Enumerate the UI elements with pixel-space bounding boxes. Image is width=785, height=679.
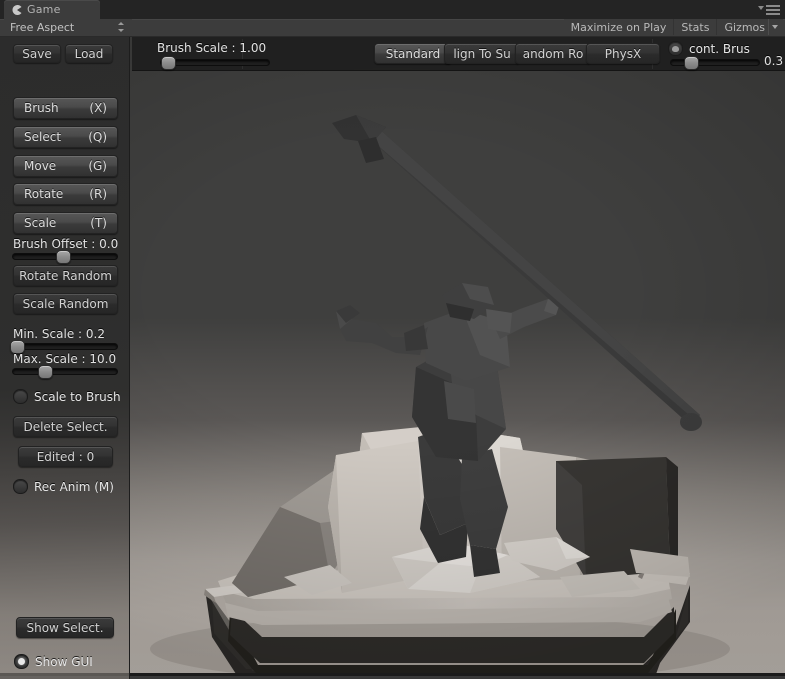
delete-select-button[interactable]: Delete Select. [13, 416, 118, 437]
tool-move-button[interactable]: Move (G) [13, 155, 118, 177]
aspect-ratio-dropdown[interactable]: Free Aspect [4, 19, 132, 35]
min-scale-slider-track[interactable] [12, 343, 118, 350]
brush-scale-slider[interactable] [160, 56, 270, 70]
max-scale-slider-track[interactable] [12, 368, 118, 375]
cont-brush-value: 0.3 [764, 54, 784, 68]
show-gui-label: Show GUI [35, 654, 93, 669]
chevron-updown-icon [117, 22, 124, 32]
edited-count-display: Edited : 0 [18, 446, 113, 467]
physx-button[interactable]: PhysX [586, 43, 660, 64]
window-tab-strip: Game [0, 0, 785, 19]
scale-to-brush-label: Scale to Brush [34, 389, 121, 404]
tool-brush-key: (X) [89, 101, 107, 115]
mode-standard-button[interactable]: Standard [374, 43, 452, 64]
scale-to-brush-checkbox-icon[interactable] [13, 389, 28, 404]
tool-select-label: Select [24, 130, 62, 144]
game-view-toolbar: Free Aspect Maximize on Play Stats Gizmo… [0, 19, 785, 37]
rec-anim-label: Rec Anim (M) [34, 479, 114, 494]
gizmos-dropdown-caret-icon[interactable] [768, 19, 783, 35]
tool-brush-button[interactable]: Brush (X) [13, 97, 118, 119]
tool-scale-button[interactable]: Scale (T) [13, 212, 118, 234]
tool-rotate-label: Rotate [24, 187, 64, 201]
cont-brush-slider-knob[interactable] [683, 56, 699, 70]
tab-game-label: Game [27, 3, 61, 16]
spear [332, 115, 702, 431]
cont-brush-toggle[interactable]: cont. Brus [668, 41, 750, 56]
save-button[interactable]: Save [13, 44, 61, 63]
align-to-surface-button[interactable]: lign To Su [444, 43, 520, 64]
tool-scale-key: (T) [90, 216, 107, 230]
min-scale-label: Min. Scale : 0.2 [13, 327, 105, 341]
scale-random-button[interactable]: Scale Random [13, 293, 118, 314]
brush-offset-label: Brush Offset : 0.0 [13, 237, 119, 251]
brush-offset-slider-knob[interactable] [55, 250, 71, 264]
load-button[interactable]: Load [65, 44, 113, 63]
brush-scale-slider-track[interactable] [160, 59, 270, 66]
gizmos-toggle[interactable]: Gizmos [716, 19, 768, 35]
stats-toggle[interactable]: Stats [673, 19, 717, 35]
brush-scale-slider-knob[interactable] [160, 56, 176, 70]
show-gui-checkbox-icon[interactable] [14, 654, 29, 669]
rec-anim-toggle[interactable]: Rec Anim (M) [13, 479, 114, 494]
brush-offset-slider[interactable] [12, 250, 118, 264]
tool-rotate-key: (R) [89, 187, 107, 201]
aspect-ratio-value: Free Aspect [10, 20, 75, 34]
brush-settings-bar: Brush Scale : 1.00 Standard lign To Su a… [132, 37, 785, 71]
tool-rotate-button[interactable]: Rotate (R) [13, 183, 118, 205]
tab-game[interactable]: Game [4, 0, 100, 19]
tool-select-key: (Q) [88, 130, 107, 144]
rotate-random-button[interactable]: Rotate Random [13, 265, 118, 286]
show-gui-toggle[interactable]: Show GUI [14, 654, 93, 669]
toolbar-right-group: Maximize on Play Stats Gizmos [563, 19, 783, 35]
hamburger-menu-icon[interactable] [758, 5, 780, 15]
show-select-button[interactable]: Show Select. [16, 617, 114, 638]
tool-move-key: (G) [88, 159, 107, 173]
scale-to-brush-toggle[interactable]: Scale to Brush [13, 389, 121, 404]
rec-anim-checkbox-icon[interactable] [13, 479, 28, 494]
unity-game-view-window: Game Free Aspect Maximize on Play Stats … [0, 0, 785, 679]
cont-brush-checkbox-icon[interactable] [668, 41, 683, 56]
tool-scale-label: Scale [24, 216, 57, 230]
maximize-on-play-toggle[interactable]: Maximize on Play [563, 19, 674, 35]
tool-move-label: Move [24, 159, 57, 173]
max-scale-label: Max. Scale : 10.0 [13, 352, 117, 366]
cont-brush-label: cont. Brus [689, 41, 750, 56]
random-rotation-button[interactable]: andom Ro [515, 43, 591, 64]
pacman-game-icon [12, 4, 22, 15]
max-scale-slider-knob[interactable] [37, 365, 53, 379]
min-scale-slider[interactable] [10, 340, 118, 354]
tool-brush-label: Brush [24, 101, 59, 115]
cont-brush-slider[interactable] [670, 56, 760, 70]
tool-select-button[interactable]: Select (Q) [13, 126, 118, 148]
brush-tool-sidebar: Save Load Brush (X) Select (Q) Move (G) … [0, 37, 130, 679]
brush-scale-label: Brush Scale : 1.00 [157, 41, 267, 55]
max-scale-slider[interactable] [12, 365, 118, 379]
